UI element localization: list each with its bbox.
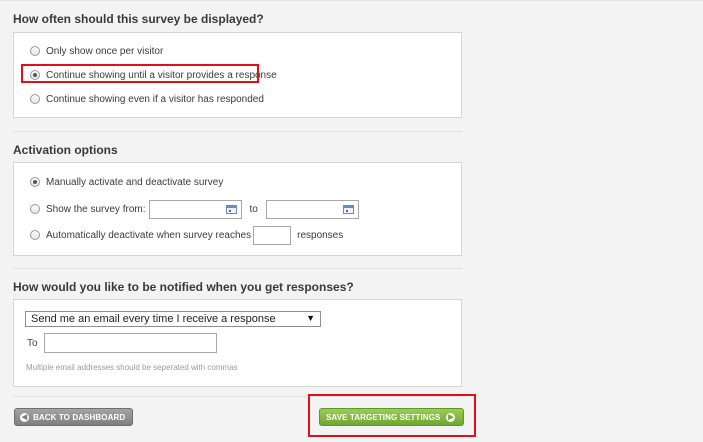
radio-option-once[interactable]: Only show once per visitor <box>30 43 163 59</box>
radio-option-date-range[interactable]: Show the survey from: to <box>30 199 359 219</box>
back-to-dashboard-button[interactable]: ◀ BACK TO DASHBOARD <box>14 408 133 426</box>
email-to-label: To <box>27 338 38 349</box>
select-value: Send me an email every time I receive a … <box>31 313 276 325</box>
radio-button[interactable] <box>30 46 40 56</box>
radio-option-auto-deactivate[interactable]: Automatically deactivate when survey rea… <box>30 225 343 245</box>
arrow-left-icon: ◀ <box>20 412 29 422</box>
end-date-input[interactable] <box>265 199 359 219</box>
radio-button[interactable] <box>30 204 40 214</box>
to-label: to <box>249 203 258 215</box>
section-divider <box>13 131 463 132</box>
radio-option-even-if-responded[interactable]: Continue showing even if a visitor has r… <box>30 91 264 107</box>
display-frequency-title: How often should this survey be displaye… <box>13 12 264 26</box>
highlight-box-save <box>308 394 476 437</box>
section-divider <box>13 268 463 269</box>
calendar-icon[interactable] <box>342 204 354 214</box>
email-field[interactable] <box>44 333 217 353</box>
back-button-label: BACK TO DASHBOARD <box>33 412 126 422</box>
responses-label: responses <box>297 229 344 241</box>
start-date-input[interactable] <box>149 199 243 219</box>
notification-frequency-select[interactable]: Send me an email every time I receive a … <box>25 311 321 327</box>
radio-option-manual[interactable]: Manually activate and deactivate survey <box>30 174 223 190</box>
dropdown-arrow-icon[interactable]: ▼ <box>306 313 315 323</box>
radio-button[interactable] <box>30 94 40 104</box>
radio-label: Continue showing even if a visitor has r… <box>46 93 264 105</box>
email-hint: Multiple email addresses should be seper… <box>26 363 238 372</box>
radio-button[interactable] <box>30 230 40 240</box>
radio-label: Manually activate and deactivate survey <box>46 176 224 188</box>
calendar-icon[interactable] <box>226 204 238 214</box>
activation-options-title: Activation options <box>13 143 118 157</box>
radio-label: Automatically deactivate when survey rea… <box>46 229 252 241</box>
top-divider <box>0 0 703 1</box>
radio-label: Only show once per visitor <box>46 45 164 57</box>
notification-title: How would you like to be notified when y… <box>13 280 354 294</box>
radio-button-checked[interactable] <box>30 177 40 187</box>
highlight-box-option <box>21 64 259 83</box>
response-count-input[interactable] <box>253 225 292 245</box>
radio-label: Show the survey from: <box>46 203 146 215</box>
